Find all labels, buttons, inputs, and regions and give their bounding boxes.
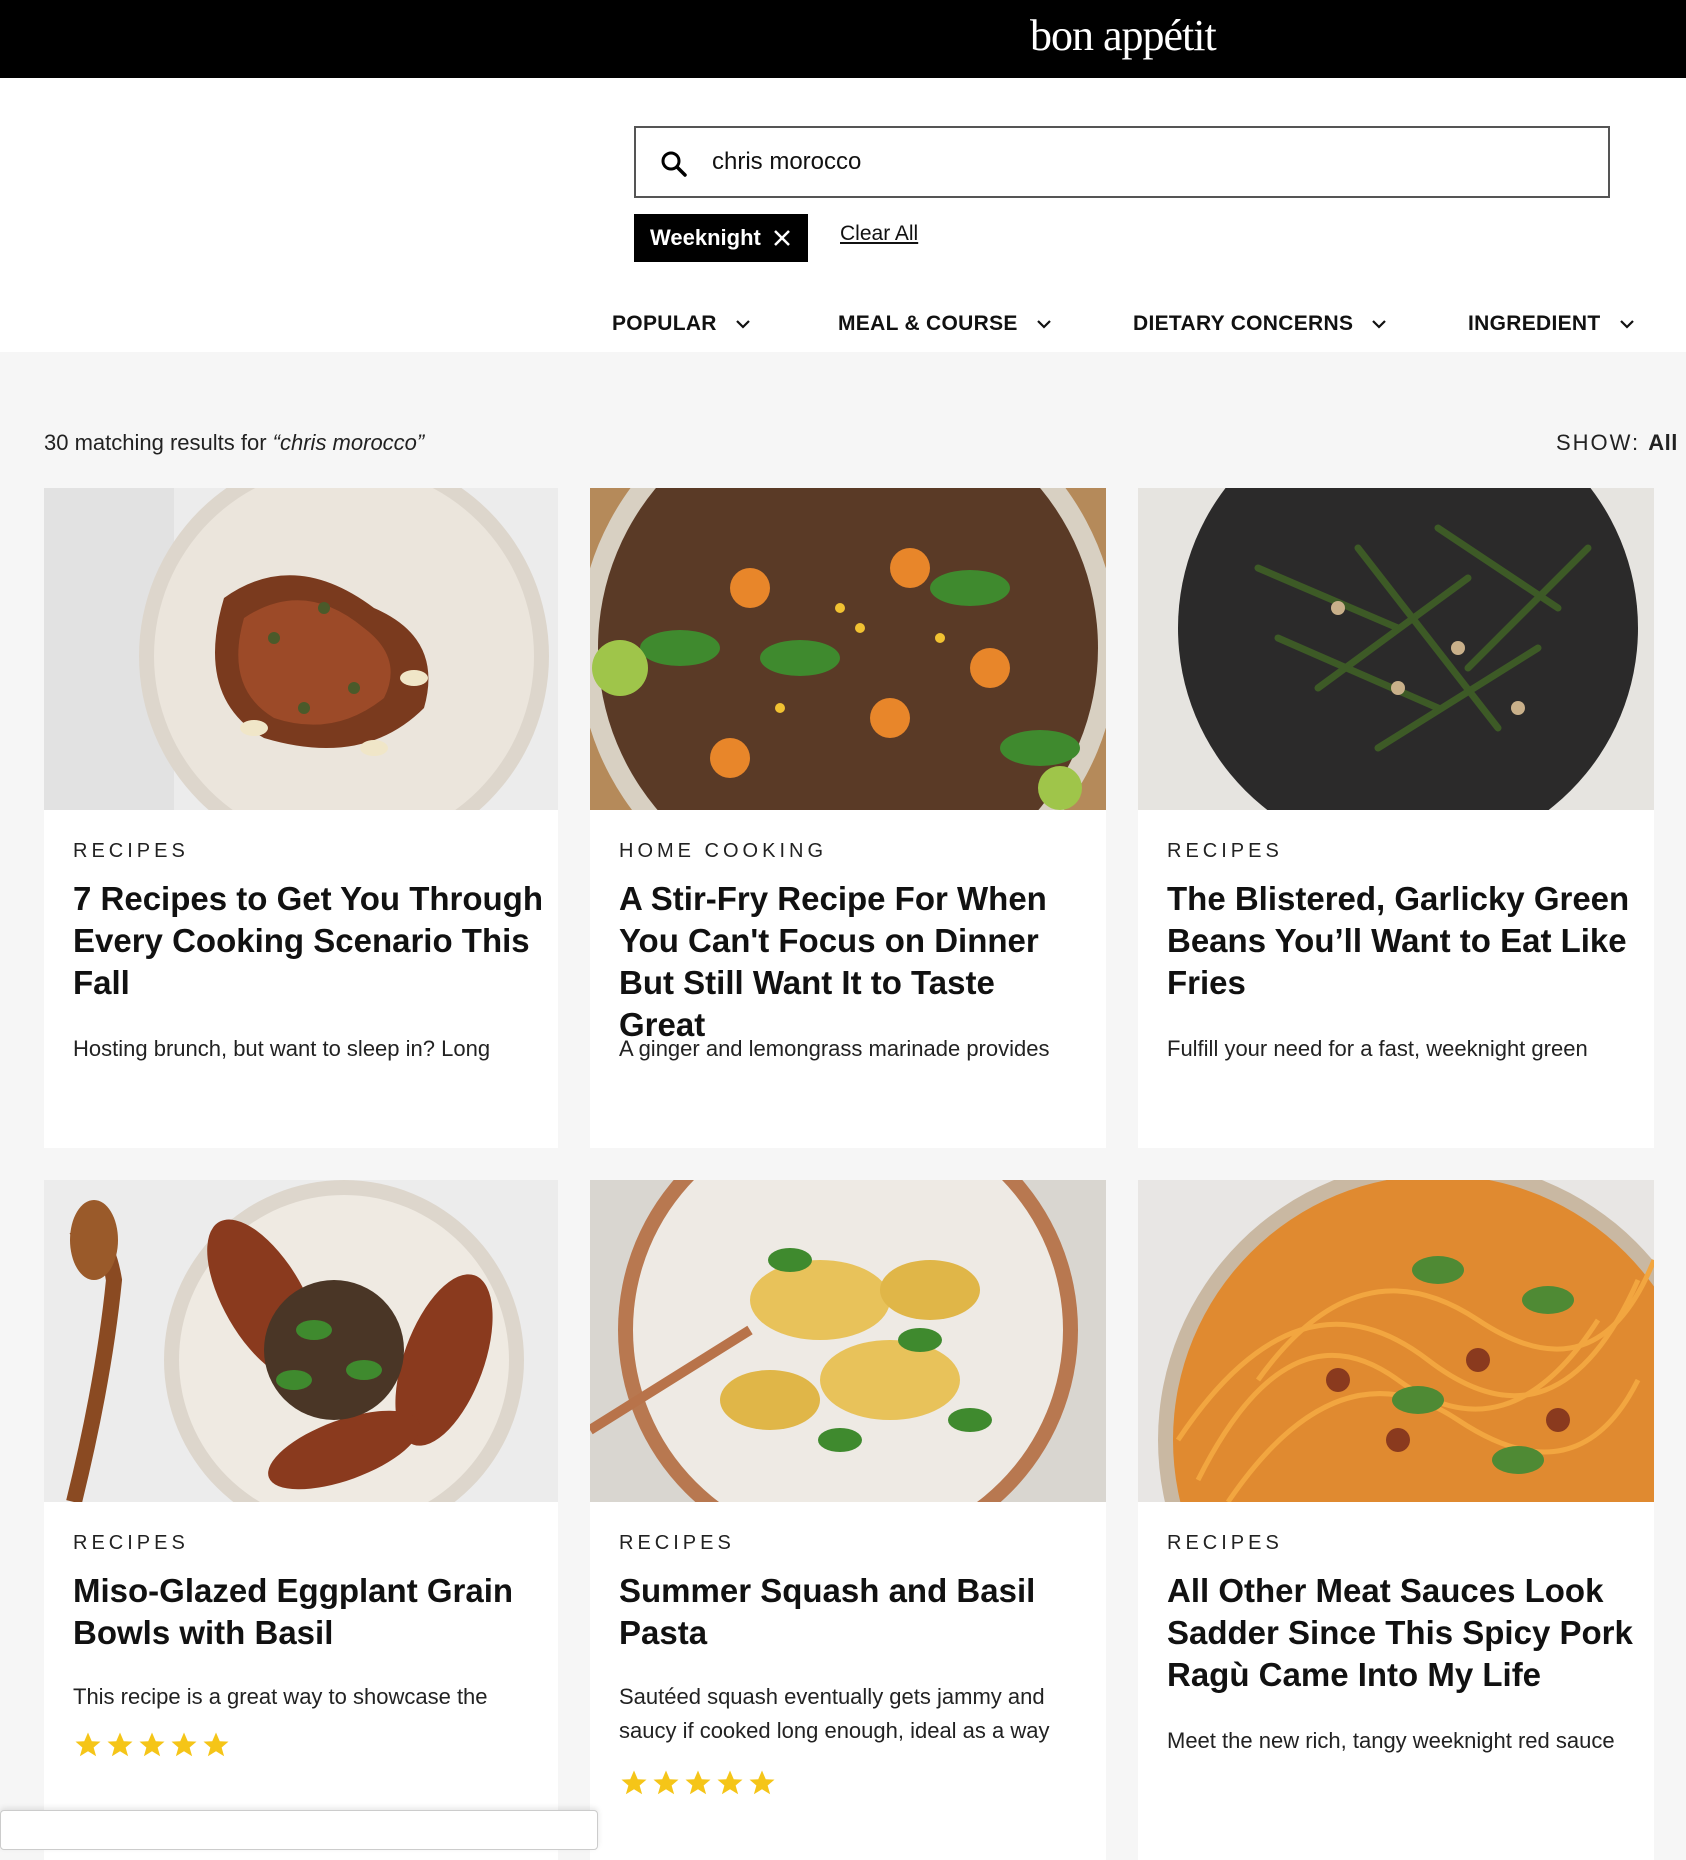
show-value[interactable]: All [1648, 430, 1678, 455]
filter-label: POPULAR [612, 312, 717, 335]
star-icon [717, 1770, 743, 1795]
card-title[interactable]: The Blistered, Garlicky Green Beans You’… [1167, 878, 1637, 1004]
card-category: RECIPES [1167, 1532, 1283, 1554]
results-query: “chris morocco” [272, 430, 425, 455]
card-title[interactable]: Miso-Glazed Eggplant Grain Bowls with Ba… [73, 1570, 543, 1654]
card-description: Sautéed squash eventually gets jammy and… [619, 1684, 1050, 1743]
search-icon[interactable] [660, 150, 688, 178]
card-category: HOME COOKING [619, 840, 828, 862]
filter-label: MEAL & COURSE [838, 312, 1018, 335]
star-icon [139, 1732, 165, 1757]
filter-label: INGREDIENT [1468, 312, 1601, 335]
filter-dietary-concerns[interactable]: DIETARY CONCERNS [1133, 306, 1387, 342]
card-title[interactable]: 7 Recipes to Get You Through Every Cooki… [73, 878, 543, 1004]
clear-all-link[interactable]: Clear All [840, 222, 918, 246]
card-image[interactable] [1138, 488, 1654, 810]
star-rating [73, 1730, 231, 1760]
card-description: This recipe is a great way to showcase t… [73, 1684, 488, 1709]
filter-meal-course[interactable]: MEAL & COURSE [838, 306, 1052, 342]
star-icon [653, 1770, 679, 1795]
result-card[interactable]: RECIPES Summer Squash and Basil Pasta Sa… [590, 1180, 1106, 1860]
star-icon [203, 1732, 229, 1757]
chevron-down-icon [1036, 320, 1051, 329]
card-description: Fulfill your need for a fast, weeknight … [1167, 1036, 1588, 1061]
chip-label: Weeknight [650, 225, 761, 250]
top-bar: bon appétit [0, 0, 1686, 78]
card-category: RECIPES [73, 840, 189, 862]
card-category: RECIPES [619, 1532, 735, 1554]
star-icon [749, 1770, 775, 1795]
chevron-down-icon [736, 320, 750, 329]
star-icon [107, 1732, 133, 1757]
card-image[interactable] [44, 488, 558, 810]
card-image[interactable] [44, 1180, 558, 1502]
card-image[interactable] [590, 1180, 1106, 1502]
star-icon [621, 1770, 647, 1795]
filter-bar: POPULAR MEAL & COURSE DIETARY CONCERNS I… [0, 306, 1686, 342]
card-title[interactable]: A Stir-Fry Recipe For When You Can't Foc… [619, 878, 1089, 1046]
card-description: A ginger and lemongrass marinade provide… [619, 1036, 1050, 1061]
bottom-overlay-panel [0, 1810, 598, 1850]
card-image[interactable] [1138, 1180, 1654, 1502]
close-icon[interactable] [770, 226, 794, 250]
show-label: SHOW: [1556, 430, 1649, 455]
active-filter-chip-weeknight[interactable]: Weeknight [634, 214, 808, 262]
result-card[interactable]: RECIPES The Blistered, Garlicky Green Be… [1138, 488, 1654, 1148]
star-icon [685, 1770, 711, 1795]
card-description: Hosting brunch, but want to sleep in? Lo… [73, 1036, 491, 1061]
search-input[interactable] [712, 142, 1572, 182]
star-rating [619, 1768, 777, 1798]
chevron-down-icon [1372, 320, 1387, 329]
card-image[interactable] [590, 488, 1106, 810]
card-title[interactable]: Summer Squash and Basil Pasta [619, 1570, 1089, 1654]
results-count: 30 matching results for “chris morocco” [44, 430, 424, 456]
filter-ingredient[interactable]: INGREDIENT [1468, 306, 1635, 342]
filter-label: DIETARY CONCERNS [1133, 312, 1354, 335]
card-category: RECIPES [1167, 840, 1283, 862]
card-title[interactable]: All Other Meat Sauces Look Sadder Since … [1167, 1570, 1637, 1696]
result-card[interactable]: RECIPES 7 Recipes to Get You Through Eve… [44, 488, 558, 1148]
chevron-down-icon [1619, 320, 1634, 329]
results-count-label: 30 matching results for [44, 430, 273, 455]
result-card[interactable]: RECIPES Miso-Glazed Eggplant Grain Bowls… [44, 1180, 558, 1860]
result-card[interactable]: RECIPES All Other Meat Sauces Look Sadde… [1138, 1180, 1654, 1860]
search-box[interactable] [634, 126, 1610, 198]
star-icon [171, 1732, 197, 1757]
filter-popular[interactable]: POPULAR [612, 306, 751, 342]
star-icon [75, 1732, 101, 1757]
site-logo[interactable]: bon appétit [1030, 10, 1217, 61]
card-category: RECIPES [73, 1532, 189, 1554]
result-card[interactable]: HOME COOKING A Stir-Fry Recipe For When … [590, 488, 1106, 1148]
card-description: Meet the new rich, tangy weeknight red s… [1167, 1728, 1615, 1753]
show-toggle[interactable]: SHOW: All [1556, 430, 1678, 456]
